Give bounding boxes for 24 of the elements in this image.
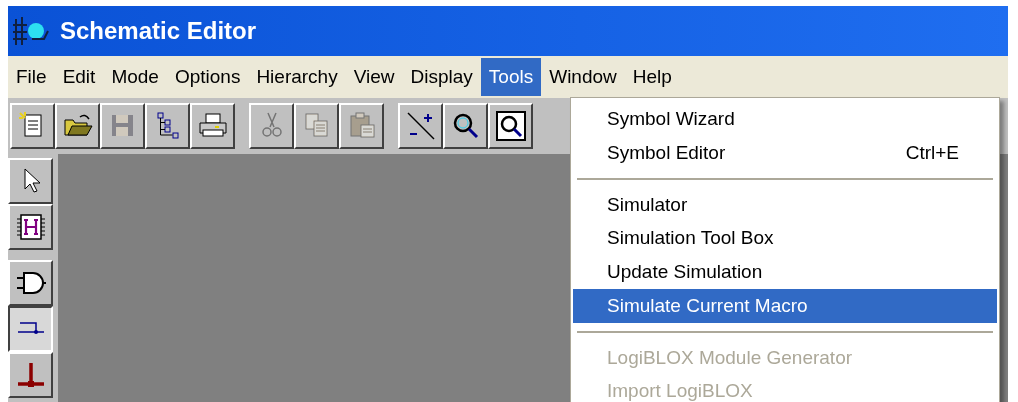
menu-item[interactable]: View: [345, 57, 403, 97]
app-logo-icon: [12, 15, 50, 47]
menu-item[interactable]: Mode: [103, 57, 167, 97]
menu-item: LogiBLOX Module Generator: [606, 345, 854, 370]
menu-item[interactable]: Edit: [54, 57, 104, 97]
shortcut-text: Ctrl+E: [905, 140, 959, 165]
window-title: Schematic Editor: [60, 16, 257, 46]
menu-item[interactable]: Help: [624, 57, 680, 97]
menu-item[interactable]: Tools: [480, 57, 542, 97]
chip-icon: [14, 211, 47, 243]
menu-item[interactable]: Simulator: [573, 187, 997, 222]
menu-item[interactable]: Window: [541, 57, 625, 97]
diagonal-line-icon: [404, 110, 437, 142]
menu-item[interactable]: Simulation Tool Box: [573, 221, 997, 255]
zoom-box-icon: [494, 110, 527, 142]
menu-item[interactable]: Hierarchy: [248, 57, 346, 97]
menu-item[interactable]: Symbol Editor Ctrl+E: [573, 135, 997, 170]
menu-item[interactable]: Display: [402, 57, 481, 97]
menu-item[interactable]: Simulate Current Macro: [573, 288, 997, 323]
menu-item[interactable]: Update Simulation: [573, 255, 997, 289]
toolbar-button[interactable]: [8, 306, 53, 352]
menu-item[interactable]: File: [8, 57, 55, 97]
menu-item[interactable]: Options: [166, 57, 249, 97]
menu-item: Import LogiBLOX: [606, 379, 754, 402]
